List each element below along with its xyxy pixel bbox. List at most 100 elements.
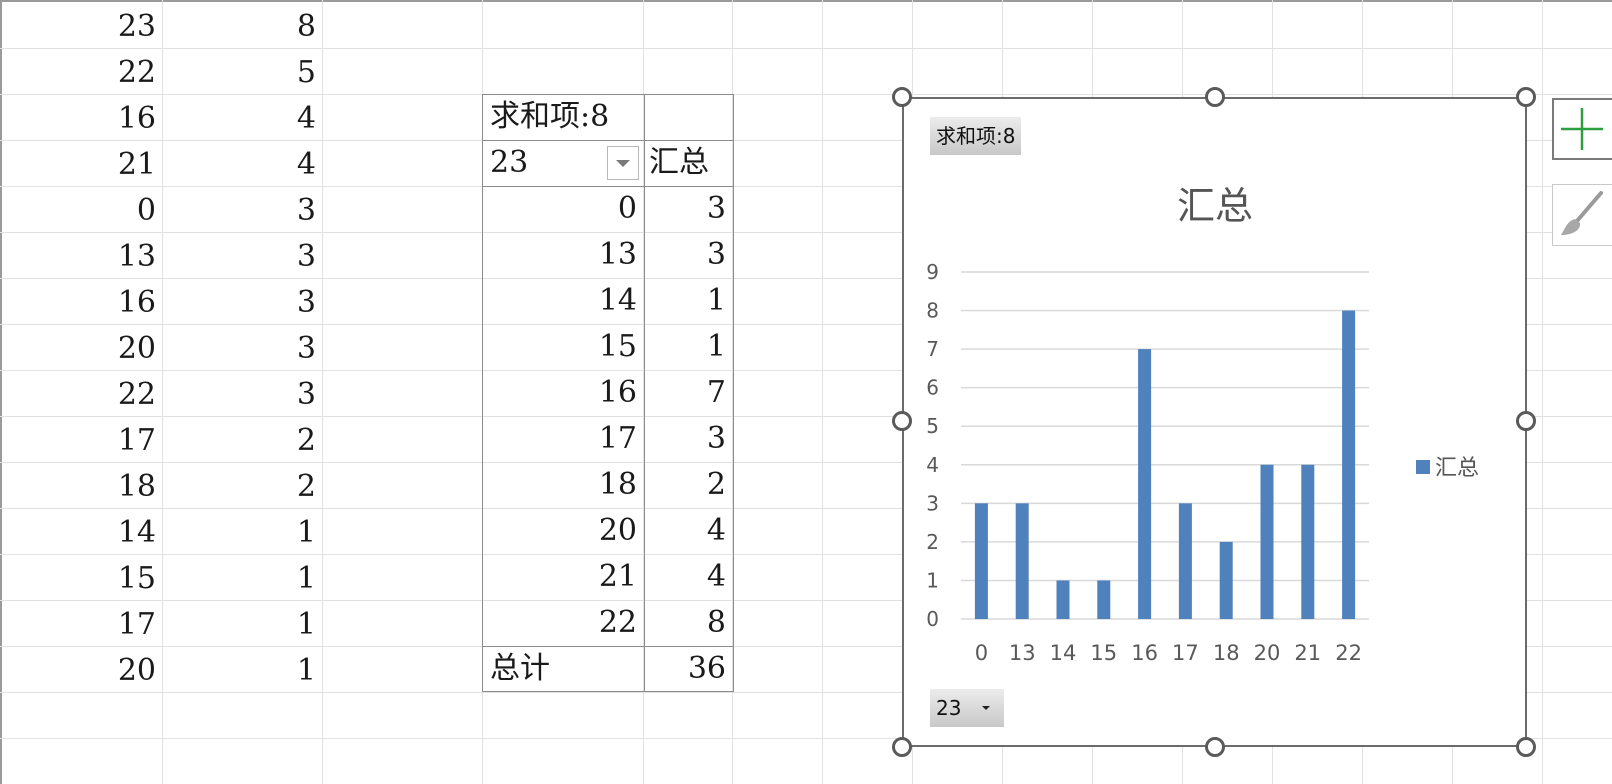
resize-handle-middle-left[interactable] [892,411,912,431]
pivot-row-value[interactable]: 2 [644,462,726,508]
x-tick-label: 17 [1172,641,1199,665]
pivot-row-label[interactable]: 14 [482,278,637,324]
pivot-row-label[interactable]: 21 [482,554,637,600]
pivot-row-label[interactable]: 22 [482,600,637,646]
cell-column-b[interactable]: 1 [162,510,316,556]
resize-handle-middle-right[interactable] [1516,411,1536,431]
spreadsheet-grid[interactable]: 23 22 16 21 0 13 16 20 22 17 18 14 15 17 20 8544333332… [0,0,1612,784]
y-tick-label: 1 [926,568,939,592]
x-tick-label: 22 [1335,641,1362,665]
pivot-row-value[interactable]: 1 [644,324,726,370]
pivot-total-label: 总计 [490,651,550,686]
x-tick-label: 21 [1294,641,1321,665]
y-tick-label: 3 [926,491,939,515]
cell-column-a[interactable]: 20 [2,326,156,372]
cell-column-a[interactable]: 18 [2,464,156,510]
cell-column-a[interactable]: 22 [2,372,156,418]
bar[interactable] [1097,580,1111,619]
pivot-row-value[interactable]: 3 [644,416,726,462]
bar[interactable] [974,503,988,619]
cell-column-b[interactable]: 1 [162,602,316,648]
pivot-row-value[interactable]: 4 [644,508,726,554]
cell-column-a[interactable]: 16 [2,280,156,326]
bar[interactable] [1056,580,1070,619]
y-tick-label: 8 [926,299,939,323]
y-tick-label: 5 [926,414,939,438]
chart-title: 汇总 [1177,184,1253,228]
paintbrush-icon [1561,191,1603,235]
cell-column-b[interactable]: 4 [162,96,316,142]
resize-handle-top-right[interactable] [1516,87,1536,107]
bar[interactable] [1138,349,1152,619]
y-tick-label: 2 [926,530,939,554]
pivot-row-label[interactable]: 17 [482,416,637,462]
pivot-row-label[interactable]: 20 [482,508,637,554]
grid-vertical-line [1542,0,1543,784]
cell-column-b[interactable]: 8 [162,4,316,50]
chart-plot: 汇总 0 1 2 3 4 5 6 7 8 9 0 13 14 15 16 17 18 20 21 22 汇总 [926,184,1479,665]
chart-elements-button[interactable] [1552,98,1612,160]
bar[interactable] [1178,503,1192,619]
cell-column-b[interactable]: 3 [162,188,316,234]
pivot-row-label[interactable]: 13 [482,232,637,278]
cell-column-b[interactable]: 2 [162,418,316,464]
axis-field-button[interactable]: 23 [930,689,1004,727]
y-tick-label: 6 [926,376,939,400]
cell-column-a[interactable]: 14 [2,510,156,556]
cell-column-a[interactable]: 21 [2,142,156,188]
cell-column-a[interactable]: 17 [2,602,156,648]
axis-field-label: 23 [936,696,962,720]
bar[interactable] [1015,503,1029,619]
cell-column-b[interactable]: 1 [162,556,316,602]
resize-handle-bottom-left[interactable] [892,737,912,757]
bar[interactable] [1301,464,1315,619]
resize-handle-top-center[interactable] [1205,87,1225,107]
cell-column-b[interactable]: 1 [162,648,316,694]
cell-column-b[interactable]: 3 [162,372,316,418]
chart-styles-button[interactable] [1552,184,1612,246]
x-tick-label: 13 [1009,641,1036,665]
cell-column-b[interactable]: 3 [162,280,316,326]
resize-handle-bottom-right[interactable] [1516,737,1536,757]
cell-column-a[interactable]: 0 [2,188,156,234]
y-tick-label: 9 [926,260,939,284]
cell-column-a[interactable]: 13 [2,234,156,280]
cell-column-b[interactable]: 3 [162,326,316,372]
x-tick-label: 15 [1090,641,1117,665]
cell-column-a[interactable]: 15 [2,556,156,602]
x-tick-label: 0 [975,641,988,665]
bar[interactable] [1219,541,1233,619]
cell-column-b[interactable]: 2 [162,464,316,510]
pivot-filter-dropdown[interactable] [607,146,639,180]
resize-handle-bottom-center[interactable] [1205,737,1225,757]
grid-vertical-line [322,0,323,784]
pivot-row-label[interactable]: 18 [482,462,637,508]
cell-column-b[interactable]: 5 [162,50,316,96]
cell-column-a[interactable]: 17 [2,418,156,464]
bar[interactable] [1342,310,1356,619]
pivot-header-empty-cell[interactable] [644,94,734,141]
sheet-top-border [0,0,1612,2]
chevron-down-icon [616,160,630,167]
pivot-row-value[interactable]: 3 [644,186,726,232]
pivot-row-label[interactable]: 0 [482,186,637,232]
cell-column-a[interactable]: 20 [2,648,156,694]
cell-column-b[interactable]: 4 [162,142,316,188]
cell-column-a[interactable]: 23 [2,4,156,50]
pivot-row-value[interactable]: 3 [644,232,726,278]
pivot-row-value[interactable]: 1 [644,278,726,324]
resize-handle-top-left[interactable] [892,87,912,107]
cell-column-a[interactable]: 22 [2,50,156,96]
pivot-row-value[interactable]: 7 [644,370,726,416]
bar[interactable] [1260,464,1274,619]
pivot-row-value[interactable]: 8 [644,600,726,646]
cell-column-b[interactable]: 3 [162,234,316,280]
chart-y-ticks: 0 1 2 3 4 5 6 7 8 9 [926,260,939,631]
pivot-chart[interactable]: 求和项:8 汇总 0123456789 0 13 14 15 16 17 18 20 21 22 … [902,97,1527,747]
pivot-row-label[interactable]: 15 [482,324,637,370]
chevron-down-icon [982,706,990,710]
cell-column-a[interactable]: 16 [2,96,156,142]
pivot-row-label[interactable]: 16 [482,370,637,416]
pivot-row-value[interactable]: 4 [644,554,726,600]
pivot-table[interactable]: 求和项:8 23 汇总 0 3 13 3 14 1 15 1 16 7 17 3 18 2 20 4 21 4 22… [482,94,734,692]
